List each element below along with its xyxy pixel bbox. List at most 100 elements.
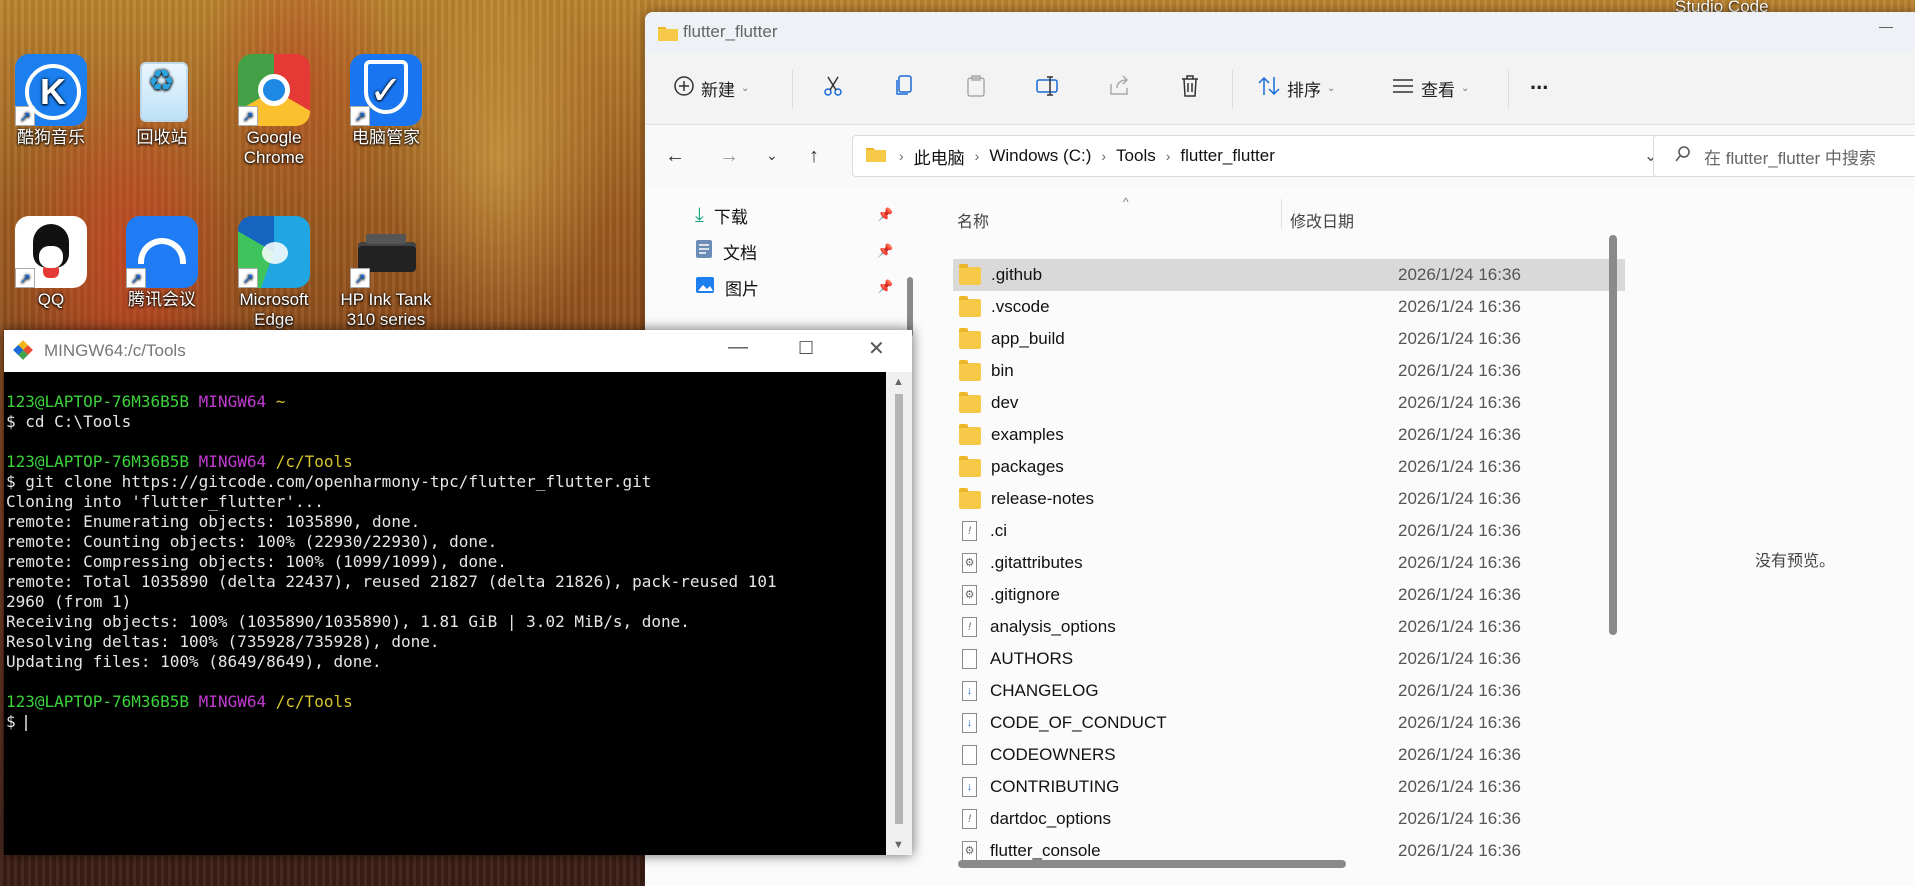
column-divider[interactable] [1281, 199, 1282, 229]
up-arrow-icon[interactable]: ↑ [809, 145, 819, 168]
file-row[interactable]: .ci 2026/1/24 16:36 [953, 515, 1625, 547]
output-line: 2960 (from 1) [6, 592, 132, 611]
new-button[interactable]: 新建 ⌄ [673, 72, 749, 104]
share-button[interactable] [1107, 72, 1131, 104]
nav-item-documents[interactable]: 文档 [695, 237, 757, 265]
prompt-line: 123@LAPTOP-76M36B5B MINGW64 /c/Tools [6, 692, 353, 711]
desktop-icon-label: 酷狗音乐 [17, 128, 85, 147]
sort-arrows-icon [1257, 75, 1281, 102]
sort-button[interactable]: 排序 ⌄ [1257, 72, 1335, 104]
file-name: dartdoc_options [990, 809, 1111, 828]
pin-icon[interactable]: 📌 [877, 243, 893, 259]
file-row[interactable]: AUTHORS 2026/1/24 16:36 [953, 643, 1625, 675]
file-row[interactable]: packages 2026/1/24 16:36 [953, 451, 1625, 483]
desktop-icon-label: HP Ink Tank 310 series [340, 290, 432, 329]
file-name: packages [991, 457, 1064, 476]
file-row[interactable]: CODEOWNERS 2026/1/24 16:36 [953, 739, 1625, 771]
recent-locations-chevron-icon[interactable]: ⌄ [766, 147, 778, 164]
copy-button[interactable] [893, 72, 915, 104]
command-input-line[interactable]: $ [4, 712, 886, 732]
toolbar-divider [792, 70, 793, 108]
desktop-icon-kugou[interactable]: ↗ 酷狗音乐 [1, 54, 101, 148]
breadcrumb-tools[interactable]: Tools [1116, 146, 1156, 166]
maximize-button[interactable]: ☐ [798, 338, 814, 359]
scroll-down-arrow-icon[interactable]: ▼ [893, 839, 904, 851]
scroll-up-arrow-icon[interactable]: ▲ [893, 376, 904, 388]
desktop-icon-tencent-meeting[interactable]: ↗ 腾讯会议 [112, 216, 212, 310]
file-list-horizontal-scrollbar[interactable] [958, 860, 1346, 868]
minimize-button[interactable]: — [728, 336, 748, 359]
rename-icon [1035, 74, 1061, 103]
desktop-icon-pc-manager[interactable]: ↗ 电脑管家 [336, 54, 436, 148]
tencent-meeting-icon: ↗ [126, 216, 198, 288]
file-row[interactable]: examples 2026/1/24 16:36 [953, 419, 1625, 451]
file-name: flutter_console [990, 841, 1101, 860]
prompt-line: 123@LAPTOP-76M36B5B MINGW64 ~ [6, 392, 286, 411]
explorer-title-bar[interactable]: flutter_flutter — [645, 12, 1915, 52]
nav-item-downloads[interactable]: ⤓ 下载 [695, 201, 748, 229]
nav-pane-scrollbar[interactable] [907, 277, 913, 337]
file-row[interactable]: CHANGELOG 2026/1/24 16:36 [953, 675, 1625, 707]
view-button-label: 查看 [1421, 80, 1455, 100]
desktop-icon-chrome[interactable]: ↗ Google Chrome [224, 54, 324, 168]
more-options-button[interactable]: ... [1530, 66, 1548, 98]
file-modified-date: 2026/1/24 16:36 [1398, 777, 1521, 796]
terminal-title-bar[interactable]: MINGW64:/c/Tools — ☐ ✕ [4, 330, 912, 373]
rename-button[interactable] [1035, 72, 1061, 104]
column-header-modified-date[interactable]: 修改日期 [1290, 208, 1354, 232]
file-row[interactable]: bin 2026/1/24 16:36 [953, 355, 1625, 387]
terminal-scrollbar[interactable]: ▲ ▼ [886, 372, 912, 855]
view-button[interactable]: 查看 ⌄ [1391, 72, 1469, 104]
desktop-icon-edge[interactable]: ↗ Microsoft Edge [224, 216, 324, 330]
qq-penguin-icon: ↗ [15, 216, 87, 288]
file-row[interactable]: .github 2026/1/24 16:36 [953, 259, 1625, 291]
desktop-icon-hp-printer[interactable]: ↗ HP Ink Tank 310 series [336, 216, 436, 330]
shortcut-arrow-icon: ↗ [238, 106, 258, 126]
file-row[interactable]: dev 2026/1/24 16:36 [953, 387, 1625, 419]
breadcrumb-this-pc[interactable]: 此电脑 [914, 144, 965, 169]
minimize-button[interactable]: — [1879, 18, 1893, 34]
breadcrumb-drive-c[interactable]: Windows (C:) [989, 146, 1091, 166]
file-row[interactable]: .gitattributes 2026/1/24 16:36 [953, 547, 1625, 579]
new-button-label: 新建 [701, 80, 735, 100]
column-header-name[interactable]: 名称 [957, 208, 989, 232]
file-name: bin [991, 361, 1014, 380]
file-row[interactable]: CODE_OF_CONDUCT 2026/1/24 16:36 [953, 707, 1625, 739]
plus-circle-icon [673, 75, 695, 102]
file-row[interactable]: .vscode 2026/1/24 16:36 [953, 291, 1625, 323]
search-input[interactable]: 在 flutter_flutter 中搜索 [1653, 135, 1915, 177]
file-row[interactable]: release-notes 2026/1/24 16:36 [953, 483, 1625, 515]
address-bar[interactable]: › 此电脑 › Windows (C:) › Tools › flutter_f… [852, 135, 1677, 177]
delete-button[interactable] [1179, 72, 1201, 104]
scrollbar-thumb[interactable] [895, 394, 903, 824]
desktop-icon-qq[interactable]: ↗ QQ [1, 216, 101, 310]
explorer-toolbar: 新建 ⌄ 排序 ⌄ 查看 ⌄ ... [645, 52, 1915, 125]
pin-icon[interactable]: 📌 [877, 279, 893, 295]
file-name: examples [991, 425, 1064, 444]
file-name: CODE_OF_CONDUCT [990, 713, 1167, 732]
cut-button[interactable] [821, 72, 845, 104]
terminal-output[interactable]: 123@LAPTOP-76M36B5B MINGW64 ~ $ cd C:\To… [4, 372, 886, 855]
no-preview-text: 没有预览。 [1755, 553, 1836, 570]
markdown-file-icon [962, 777, 977, 797]
file-row[interactable]: CONTRIBUTING 2026/1/24 16:36 [953, 771, 1625, 803]
breadcrumb-flutter-flutter[interactable]: flutter_flutter [1180, 146, 1275, 166]
folder-icon [959, 264, 981, 285]
nav-item-pictures[interactable]: 图片 [695, 273, 759, 301]
file-row[interactable]: app_build 2026/1/24 16:36 [953, 323, 1625, 355]
address-row: ← → ⌄ ↑ › 此电脑 › Windows (C:) › Tools › f… [645, 125, 1915, 187]
close-button[interactable]: ✕ [868, 336, 885, 361]
back-arrow-icon[interactable]: ← [665, 145, 685, 168]
file-modified-date: 2026/1/24 16:36 [1398, 681, 1521, 700]
paste-button[interactable] [965, 72, 987, 104]
desktop-icon-recycle-bin[interactable]: 回收站 [112, 54, 212, 148]
file-row[interactable]: .gitignore 2026/1/24 16:36 [953, 579, 1625, 611]
pin-icon[interactable]: 📌 [877, 207, 893, 223]
forward-arrow-icon[interactable]: → [719, 145, 739, 168]
folder-icon [959, 296, 981, 317]
file-row[interactable]: dartdoc_options 2026/1/24 16:36 [953, 803, 1625, 835]
file-list-vertical-scrollbar[interactable] [1609, 235, 1617, 635]
file-name: .vscode [991, 297, 1050, 316]
file-row[interactable]: analysis_options 2026/1/24 16:36 [953, 611, 1625, 643]
markdown-file-icon [962, 713, 977, 733]
